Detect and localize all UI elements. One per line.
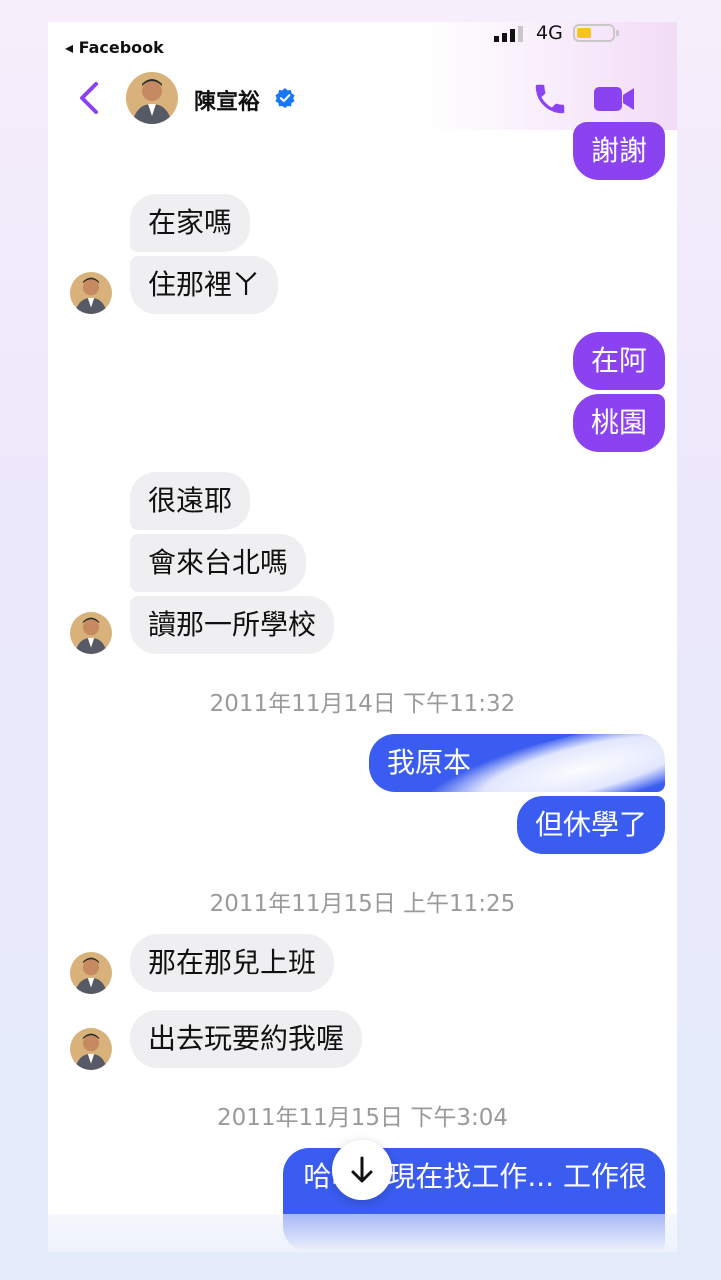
phone-call-icon[interactable] — [531, 80, 569, 118]
back-chevron-icon[interactable] — [76, 80, 104, 116]
sender-avatar[interactable] — [70, 272, 112, 314]
composer-fade — [48, 1214, 677, 1252]
message-bubble-incoming[interactable]: 在家嗎 — [130, 194, 251, 252]
message-bubble-incoming[interactable]: 出去玩要約我喔 — [130, 1010, 363, 1068]
messenger-screen: ◂ Facebook 4G 陳宣裕 謝謝 在家嗎 住那裡ㄚ 在阿 桃園 很遠耶 … — [48, 22, 677, 1252]
timestamp: 2011年11月15日 下午3:04 — [216, 1105, 509, 1131]
sender-avatar[interactable] — [70, 612, 112, 654]
verified-badge-icon — [275, 88, 295, 108]
timestamp: 2011年11月14日 下午11:32 — [209, 691, 516, 717]
scroll-to-bottom-button[interactable] — [332, 1140, 392, 1200]
sender-avatar[interactable] — [70, 952, 112, 994]
battery-icon — [573, 24, 619, 42]
network-type: 4G — [536, 22, 563, 44]
signal-icon — [494, 26, 523, 42]
back-to-app-link[interactable]: ◂ Facebook — [65, 38, 164, 57]
sender-avatar[interactable] — [70, 1028, 112, 1070]
message-bubble-outgoing[interactable]: 謝謝 — [572, 122, 665, 180]
message-bubble-incoming[interactable]: 會來台北嗎 — [130, 534, 307, 592]
message-bubble-outgoing[interactable]: 但休學了 — [516, 796, 665, 854]
message-bubble-incoming[interactable]: 那在那兒上班 — [130, 934, 335, 992]
message-bubble-outgoing[interactable]: 桃園 — [572, 394, 665, 452]
message-bubble-incoming[interactable]: 住那裡ㄚ — [130, 256, 279, 314]
video-call-icon[interactable] — [592, 82, 636, 116]
message-bubble-incoming[interactable]: 很遠耶 — [130, 472, 251, 530]
status-bar: ◂ Facebook 4G — [48, 22, 677, 57]
message-bubble-outgoing[interactable]: 在阿 — [572, 332, 665, 390]
message-bubble-incoming[interactable]: 讀那一所學校 — [130, 596, 335, 654]
timestamp: 2011年11月15日 上午11:25 — [209, 891, 516, 917]
contact-name[interactable]: 陳宣裕 — [194, 84, 260, 116]
contact-avatar[interactable] — [126, 72, 178, 124]
